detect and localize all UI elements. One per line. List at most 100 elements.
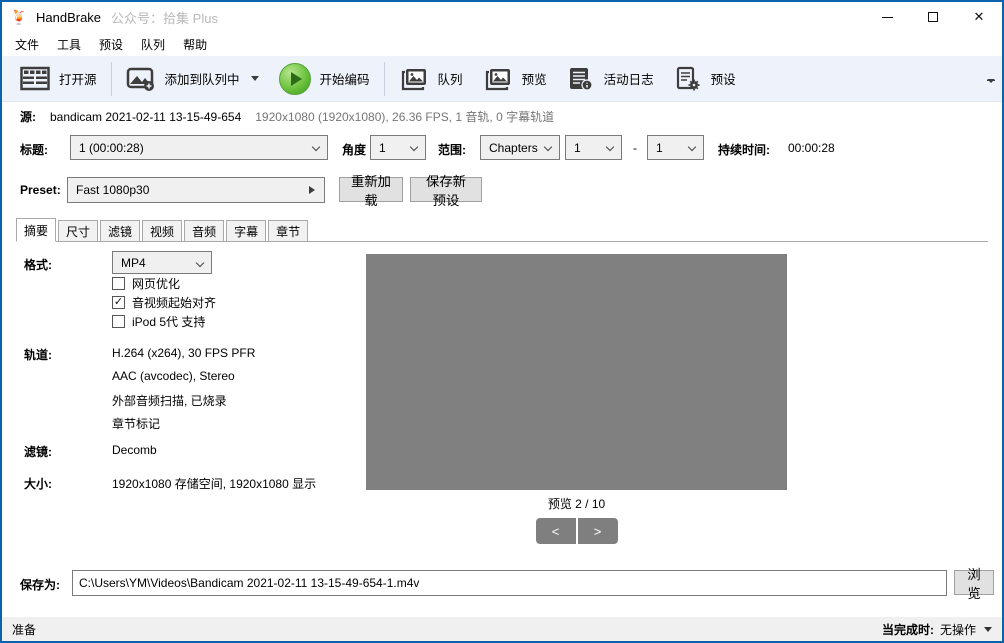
- menu-presets[interactable]: 预设: [90, 33, 132, 56]
- chevron-down-icon: [311, 142, 321, 152]
- checkbox-icon: [112, 315, 125, 328]
- size-value: 1920x1080 存储空间, 1920x1080 显示: [112, 477, 317, 491]
- log-document-icon: [569, 67, 593, 91]
- photo-stack-icon: [401, 68, 426, 90]
- preset-select-value: Fast 1080p30: [76, 183, 150, 197]
- range-type-select[interactable]: Chapters: [480, 135, 560, 160]
- maximize-icon: [928, 12, 938, 22]
- tab-chapters[interactable]: 章节: [268, 220, 309, 241]
- photo-stack-icon: [485, 68, 510, 90]
- start-encode-label: 开始编码: [319, 73, 370, 87]
- play-icon: [278, 62, 311, 95]
- close-button[interactable]: ✕: [956, 2, 1002, 32]
- duration-label: 持续时间:: [718, 143, 770, 157]
- menu-help[interactable]: 帮助: [174, 33, 216, 56]
- statusbar: 准备 当完成时: 无操作: [2, 617, 1002, 641]
- save-new-preset-button[interactable]: 保存新预设: [410, 174, 482, 208]
- preview-prev-button[interactable]: <: [535, 518, 576, 544]
- open-source-button[interactable]: 打开源: [10, 59, 107, 99]
- menu-tools[interactable]: 工具: [48, 33, 90, 56]
- when-done-label: 当完成时:: [881, 622, 934, 637]
- angle-select[interactable]: 1: [370, 135, 426, 160]
- tab-filters[interactable]: 滤镜: [100, 220, 141, 241]
- chevron-down-icon: [543, 142, 553, 152]
- preview-next-button[interactable]: >: [577, 518, 618, 544]
- web-optimized-checkbox[interactable]: 网页优化: [112, 275, 180, 292]
- activity-log-label: 活动日志: [603, 73, 654, 87]
- chevron-right-icon: [309, 186, 315, 194]
- chevron-down-icon: [605, 142, 615, 152]
- size-label: 大小:: [24, 477, 52, 491]
- align-av-start-label: 音视频起始对齐: [132, 296, 217, 310]
- titlebar: 🍹 HandBrake 公众号：拾集 Plus ✕: [2, 2, 1002, 32]
- range-start-select[interactable]: 1: [565, 135, 622, 160]
- app-title-suffix: 公众号：拾集 Plus: [111, 10, 218, 26]
- maximize-button[interactable]: [910, 2, 956, 32]
- tab-summary[interactable]: 摘要: [16, 218, 57, 242]
- preview-button[interactable]: 预览: [473, 59, 557, 99]
- range-end-value: 1: [656, 140, 663, 155]
- preview-nav: < >: [366, 518, 787, 544]
- range-start-value: 1: [574, 140, 581, 155]
- when-done-control[interactable]: 当完成时: 无操作: [882, 621, 992, 638]
- track-audio: AAC (avcodec), Stereo: [112, 369, 235, 383]
- toolbar-overflow-button[interactable]: [986, 79, 996, 97]
- ipod-support-label: iPod 5代 支持: [132, 315, 206, 329]
- source-label: 源:: [20, 110, 36, 124]
- preset-select[interactable]: Fast 1080p30: [67, 177, 325, 203]
- filters-label: 滤镜:: [24, 445, 52, 459]
- menu-file[interactable]: 文件: [6, 33, 48, 56]
- chevron-down-icon: [687, 142, 697, 152]
- align-av-start-checkbox[interactable]: ✓ 音视频起始对齐: [112, 294, 216, 311]
- title-select-value: 1 (00:00:28): [79, 140, 144, 155]
- tabstrip: 摘要 尺寸 滤镜 视频 音频 字幕 章节: [16, 218, 988, 242]
- close-icon: ✕: [973, 9, 985, 24]
- minimize-icon: [881, 16, 893, 18]
- chevron-down-icon: [195, 258, 205, 268]
- start-encode-button[interactable]: 开始编码: [269, 59, 380, 99]
- picture-add-icon: [126, 67, 154, 91]
- web-optimized-label: 网页优化: [132, 277, 181, 291]
- queue-button[interactable]: 队列: [389, 59, 473, 99]
- app-title: HandBrake: [36, 9, 102, 25]
- range-end-select[interactable]: 1: [647, 135, 704, 160]
- open-source-label: 打开源: [59, 73, 97, 87]
- tab-audio[interactable]: 音频: [184, 220, 225, 241]
- handbrake-window: 🍹 HandBrake 公众号：拾集 Plus ✕ 文件 工具 预设 队列 帮助: [0, 0, 1004, 643]
- filters-value: Decomb: [112, 443, 157, 457]
- preview-counter: 预览 2 / 10: [547, 497, 606, 511]
- preset-gear-document-icon: [676, 66, 700, 90]
- checkbox-icon: [112, 277, 125, 290]
- range-type-value: Chapters: [489, 140, 538, 155]
- presets-label: 预设: [710, 73, 736, 87]
- add-to-queue-label: 添加到队列中: [164, 73, 240, 87]
- menubar: 文件 工具 预设 队列 帮助: [2, 32, 1002, 56]
- tab-subtitles[interactable]: 字幕: [226, 220, 267, 241]
- source-row: 源: bandicam 2021-02-11 13-15-49-654 1920…: [20, 108, 554, 125]
- preview-label: 预览: [521, 73, 547, 87]
- tab-dimensions[interactable]: 尺寸: [58, 220, 99, 241]
- menu-queue[interactable]: 队列: [132, 33, 174, 56]
- add-to-queue-button[interactable]: 添加到队列中: [116, 59, 269, 99]
- format-select[interactable]: MP4: [112, 251, 212, 274]
- preview-image: [366, 254, 787, 490]
- film-strip-icon: [20, 66, 50, 90]
- tab-video[interactable]: 视频: [142, 220, 183, 241]
- reload-preset-button[interactable]: 重新加载: [339, 174, 403, 208]
- preset-label: Preset:: [20, 183, 61, 197]
- ipod-support-checkbox[interactable]: iPod 5代 支持: [112, 313, 205, 330]
- angle-select-value: 1: [379, 140, 386, 155]
- title-row: 标题: 1 (00:00:28) 角度 1 范围: Chapters 1 - 1…: [20, 135, 1002, 161]
- minimize-button[interactable]: [864, 2, 910, 32]
- save-path-input[interactable]: [72, 570, 947, 596]
- toolbar: 打开源 添加到队列中 开始编码 队列 预览 活动日志 预设: [2, 56, 1002, 102]
- browse-button[interactable]: 浏览: [954, 567, 994, 601]
- range-separator: -: [633, 141, 637, 155]
- title-select[interactable]: 1 (00:00:28): [70, 135, 328, 160]
- queue-label: 队列: [437, 73, 463, 87]
- presets-button[interactable]: 预设: [664, 59, 746, 99]
- activity-log-button[interactable]: 活动日志: [557, 59, 664, 99]
- format-label: 格式:: [24, 258, 52, 272]
- checkbox-checked-icon: ✓: [112, 296, 125, 309]
- toolbar-separator: [110, 61, 112, 96]
